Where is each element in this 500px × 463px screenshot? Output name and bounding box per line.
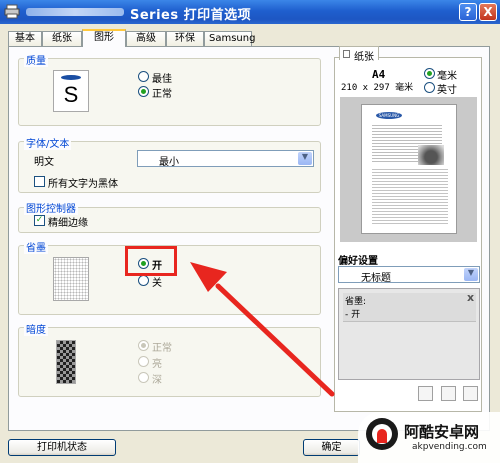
watermark-logo-icon (366, 418, 398, 450)
watermark-site-name: 阿酷安卓网 (404, 423, 480, 441)
tab-graphics[interactable]: 图形 (82, 29, 126, 47)
annotation-arrow-icon (190, 262, 335, 397)
watermark: 阿酷安卓网 akpvending.com (358, 412, 500, 463)
watermark-site-url: akpvending.com (412, 442, 487, 452)
